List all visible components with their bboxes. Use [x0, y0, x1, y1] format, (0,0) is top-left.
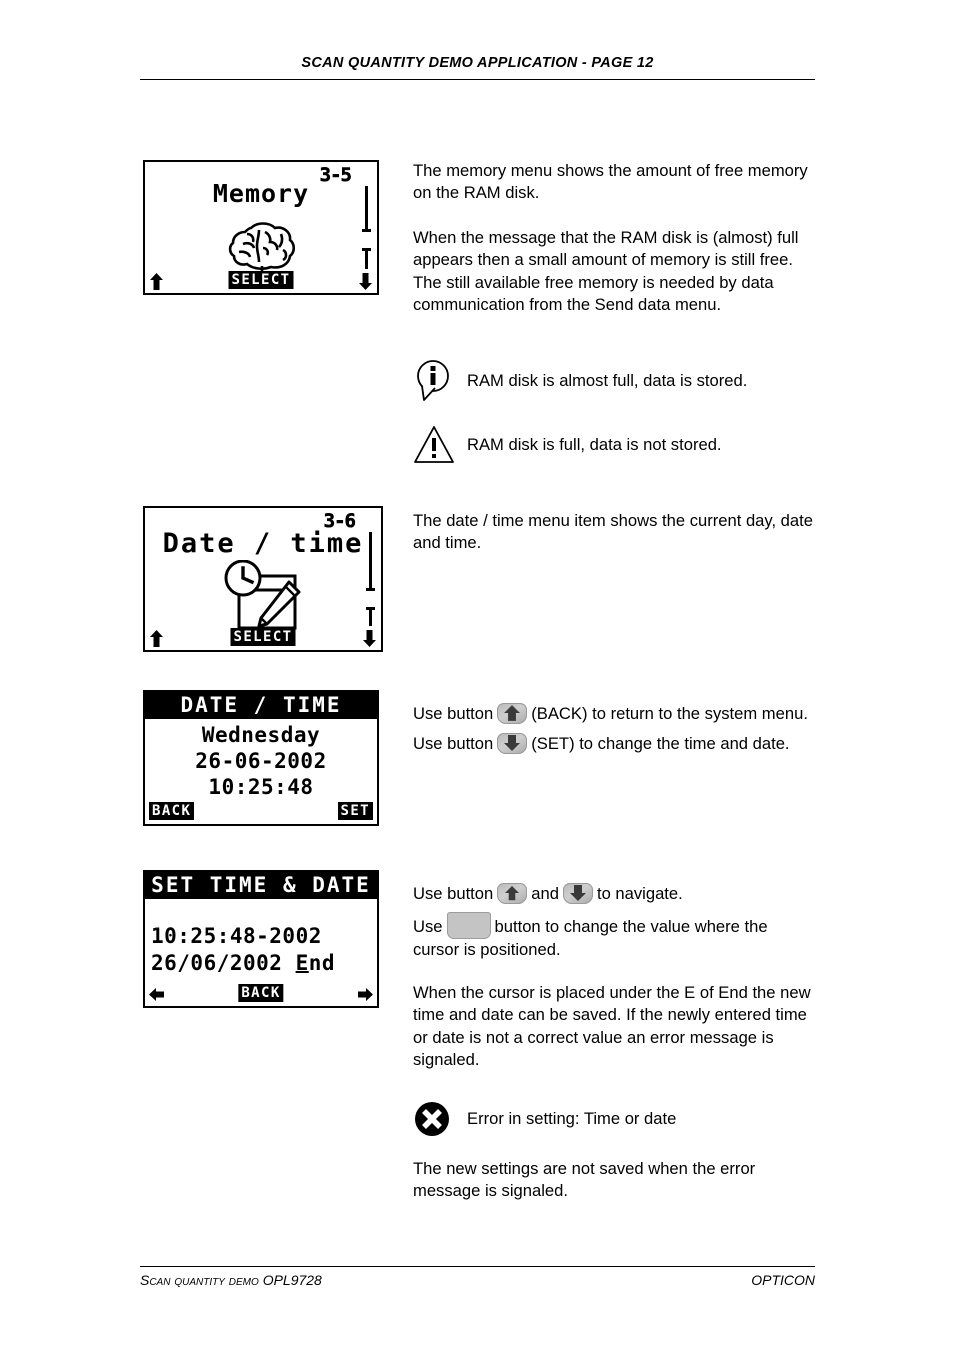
header-title: SCAN QUANTITY DEMO APPLICATION - PAGE 12 — [301, 55, 654, 71]
footer-left-text: Scan quantity demo OPL9728 — [140, 1272, 322, 1288]
down-button-glyph[interactable] — [496, 732, 528, 756]
error-cross-circle-icon — [413, 1099, 453, 1139]
scrollbar-track — [369, 532, 372, 626]
lcd-screen-date-time-display: DATE / TIME Wednesday 26-06-2002 10:25:4… — [143, 690, 379, 826]
page-footer: Scan quantity demo OPL9728 OPTICON — [140, 1272, 815, 1294]
screen-softkey-row: SELECT — [145, 271, 377, 291]
lcd-line-day: Wednesday — [201, 723, 321, 747]
memory-paragraph-2: When the message that the RAM disk is (a… — [413, 227, 799, 315]
lcd-line-date: 26-06-2002 — [195, 749, 327, 773]
note-ram-full: RAM disk is full, data is not stored. — [413, 422, 813, 468]
info-bubble-icon — [413, 358, 457, 404]
header-divider — [140, 79, 815, 80]
settime-paragraph-2: The new settings are not saved when the … — [413, 1159, 756, 1201]
settime-navigation-description: Use button and to navigate. Use button t… — [413, 882, 813, 961]
navigate-pre: Use button — [413, 884, 494, 903]
screen-softkey-row: BACK — [145, 984, 377, 1004]
softkey-back[interactable]: BACK — [149, 802, 195, 820]
lcd-screen-memory-menu: 3-5 Memory SELECT — [143, 160, 379, 295]
screen-softkey-row: SELECT — [145, 628, 381, 648]
document-page: SCAN QUANTITY DEMO APPLICATION - PAGE 12… — [0, 0, 954, 1351]
screen-header-bar: DATE / TIME — [145, 692, 377, 719]
memory-paragraph-1: The memory menu shows the amount of free… — [413, 161, 808, 203]
note-error-setting-text: Error in setting: Time or date — [467, 1109, 677, 1128]
footer-doc-name: Scan quantity demo — [140, 1272, 263, 1288]
use-set-button-pre: Use button — [413, 734, 494, 753]
lcd-date-value: 26/06/2002 — [151, 951, 296, 975]
note-ram-almost-full: RAM disk is almost full, data is stored. — [413, 358, 813, 404]
use-back-button-pre: Use button — [413, 704, 494, 723]
lcd-line-time: 10:25:48 — [208, 775, 314, 799]
clock-calendar-pencil-icon — [217, 559, 309, 636]
softkey-select[interactable]: SELECT — [228, 271, 294, 289]
lcd-screen-date-time-menu: 3-6 Date / time SELECT — [143, 506, 383, 652]
scrollbar-thumb[interactable] — [362, 229, 371, 252]
note-ram-full-text: RAM disk is full, data is not stored. — [467, 435, 722, 454]
change-value-line: Use button to change the value where the… — [413, 912, 813, 961]
datetime-description: The date / time menu item shows the curr… — [413, 510, 813, 555]
lcd-line-date-end: 26/06/2002 End — [145, 951, 377, 975]
left-arrow-icon[interactable] — [148, 985, 165, 1004]
right-arrow-icon[interactable] — [357, 985, 374, 1004]
scrollbar-thumb[interactable] — [366, 588, 375, 611]
down-arrow-icon[interactable] — [361, 629, 378, 648]
lcd-cursor-char: E — [295, 951, 309, 975]
footer-divider — [140, 1266, 815, 1267]
lcd-screen-set-time-date: SET TIME & DATE 10:25:48-2002 26/06/2002… — [143, 870, 379, 1008]
blank-button-glyph[interactable] — [446, 912, 491, 939]
use-back-button-post: (BACK) to return to the system menu. — [531, 704, 808, 723]
lcd-line-time-year: 10:25:48-2002 — [151, 924, 322, 948]
datetime-paragraph-1: The date / time menu item shows the curr… — [413, 511, 813, 553]
note-ram-almost-full-text: RAM disk is almost full, data is stored. — [467, 371, 748, 390]
navigate-mid: and — [531, 884, 559, 903]
warning-triangle-icon — [413, 422, 457, 468]
use-set-button-line: Use button (SET) to change the time and … — [413, 732, 813, 756]
scrollbar-track — [365, 186, 368, 269]
footer-brand: OPTICON — [751, 1272, 815, 1288]
datetime-buttons-description: Use button (BACK) to return to the syste… — [413, 702, 813, 756]
down-arrow-icon[interactable] — [357, 272, 374, 291]
note-error-setting: Error in setting: Time or date — [413, 1096, 813, 1142]
up-arrow-icon[interactable] — [148, 272, 165, 291]
down-button-glyph[interactable] — [562, 882, 594, 906]
up-button-glyph[interactable] — [496, 882, 528, 906]
change-value-pre: Use — [413, 917, 443, 936]
screen-header-bar: SET TIME & DATE — [145, 872, 377, 899]
softkey-select[interactable]: SELECT — [230, 628, 296, 646]
use-set-button-post: (SET) to change the time and date. — [531, 734, 790, 753]
lcd-end-suffix: nd — [308, 951, 336, 975]
navigate-post: to navigate. — [596, 884, 683, 903]
screen-scrollbar[interactable] — [362, 186, 371, 269]
settime-cursor-description: When the cursor is placed under the E of… — [413, 982, 813, 1072]
use-back-button-line: Use button (BACK) to return to the syste… — [413, 702, 813, 726]
softkey-set[interactable]: SET — [337, 802, 373, 820]
up-arrow-icon[interactable] — [148, 629, 165, 648]
footer-model: OPL9728 — [262, 1272, 322, 1288]
screen-title: Date / time — [162, 528, 364, 559]
screen-title: Memory — [212, 179, 310, 208]
screen-softkey-row: BACK SET — [145, 802, 377, 822]
settime-not-saved-description: The new settings are not saved when the … — [413, 1158, 813, 1203]
settime-paragraph-1: When the cursor is placed under the E of… — [413, 983, 811, 1070]
up-button-glyph[interactable] — [496, 702, 528, 726]
softkey-back[interactable]: BACK — [238, 984, 284, 1002]
button-shell — [446, 912, 491, 939]
page-header: SCAN QUANTITY DEMO APPLICATION - PAGE 12 — [140, 55, 815, 81]
memory-description: The memory menu shows the amount of free… — [413, 160, 808, 316]
screen-scrollbar[interactable] — [366, 532, 375, 626]
navigate-buttons-line: Use button and to navigate. — [413, 882, 813, 906]
